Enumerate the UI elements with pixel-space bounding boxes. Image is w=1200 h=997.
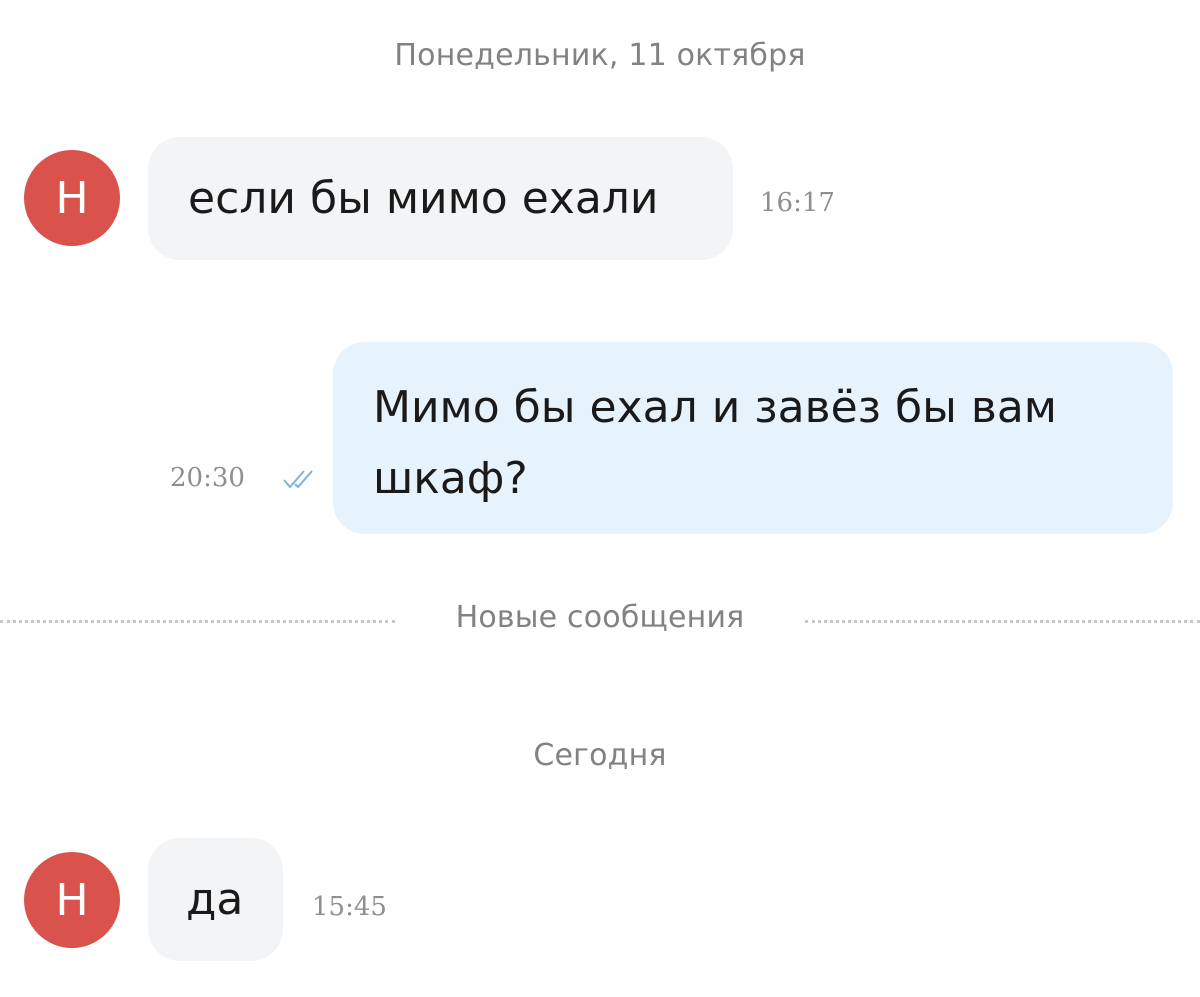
message-time: 15:45 — [312, 892, 387, 922]
sender-avatar[interactable]: Н — [24, 852, 120, 948]
message-text-line: Мимо бы ехал и завёз бы вам — [373, 382, 1057, 433]
incoming-message-bubble[interactable]: да — [148, 838, 283, 961]
message-text-line: шкаф? — [373, 453, 528, 504]
double-check-icon — [283, 470, 313, 489]
date-separator: Понедельник, 11 октября — [394, 38, 806, 73]
outgoing-message-bubble[interactable]: Мимо бы ехал и завёз бы вам шкаф? — [333, 342, 1173, 534]
incoming-message-bubble[interactable]: если бы мимо ехали — [148, 137, 733, 260]
date-separator: Сегодня — [533, 738, 667, 773]
message-text: да — [186, 874, 244, 925]
sender-avatar[interactable]: Н — [24, 150, 120, 246]
new-messages-label: Новые сообщения — [455, 600, 745, 635]
divider-line-right — [805, 620, 1200, 623]
message-time: 20:30 — [170, 463, 245, 493]
message-text: если бы мимо ехали — [188, 173, 659, 224]
message-time: 16:17 — [760, 188, 835, 218]
